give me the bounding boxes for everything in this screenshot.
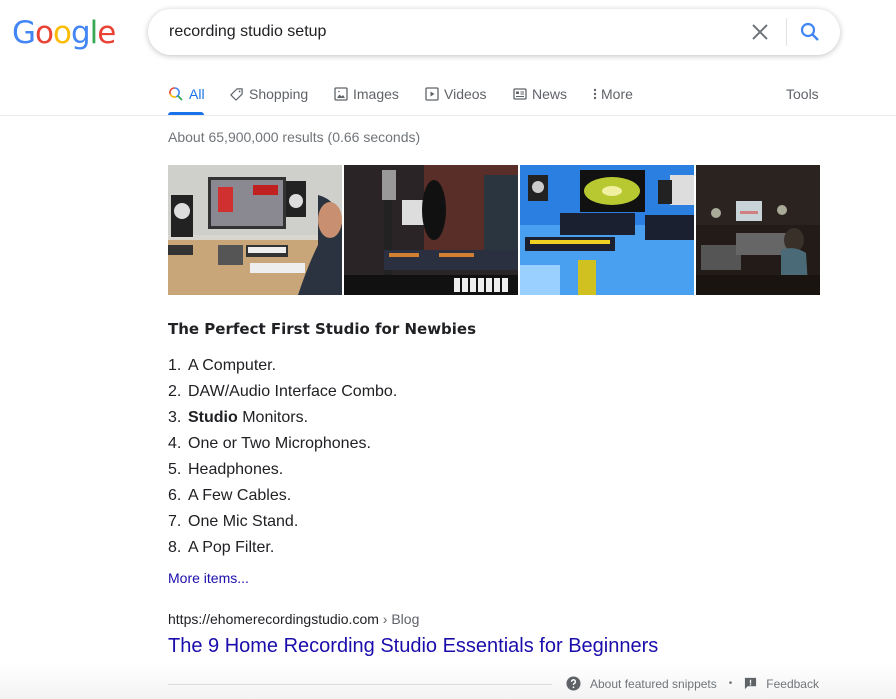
result-url: https://ehomerecordingstudio.com [168,611,379,627]
list-item: 4. One or Two Microphones. [168,431,397,457]
search-divider [786,18,787,46]
logo-letter: o [53,15,72,51]
search-tabs: All Shopping Images Videos News More Too… [0,76,896,116]
item-text: One Mic Stand. [188,513,299,530]
item-text: Monitors. [237,409,309,426]
tab-label: All [189,86,205,102]
result-cite[interactable]: https://ehomerecordingstudio.com › Blog [168,611,419,627]
snippet-list: 1. A Computer. 2. DAW/Audio Interface Comb… [168,353,397,561]
tab-images[interactable]: Images [334,84,399,104]
vertical-dots-icon [593,88,597,100]
result-stats: About 65,900,000 results (0.66 seconds) [168,129,421,145]
item-number: 5. [168,461,182,478]
help-icon [566,676,581,691]
tab-videos[interactable]: Videos [425,84,487,104]
item-bold: Studio [188,409,238,426]
item-text: DAW/Audio Interface Combo. [188,383,398,400]
logo-letter: e [97,15,116,51]
newspaper-icon [513,88,527,100]
item-text: A Pop Filter. [188,539,275,556]
tab-label: News [532,86,568,102]
item-text: A Few Cables. [188,487,292,504]
search-icon [800,22,819,41]
tab-label: Videos [444,86,487,102]
result-breadcrumb: › Blog [378,611,420,627]
image-icon [334,87,348,101]
list-item: 7. One Mic Stand. [168,509,397,535]
tab-label: Shopping [249,86,309,102]
list-item: 8. A Pop Filter. [168,535,397,561]
tab-news[interactable]: News [513,84,567,104]
list-item: 3. Studio Monitors. [168,405,397,431]
item-text: One or Two Microphones. [188,435,371,452]
search-submit-button[interactable] [798,20,822,44]
tab-shopping[interactable]: Shopping [229,84,308,104]
list-item: 5. Headphones. [168,457,397,483]
item-number: 7. [168,513,182,530]
snippet-title: The Perfect First Studio for Newbies [168,320,477,338]
result-image[interactable] [520,165,694,295]
result-image[interactable] [696,165,820,295]
search-icon [169,87,183,101]
blue-studio-image [520,165,694,295]
list-item: 2. DAW/Audio Interface Combo. [168,379,397,405]
result-title-link[interactable]: The 9 Home Recording Studio Essentials f… [168,635,658,658]
tab-all[interactable]: All [168,84,205,104]
logo-letter: G [12,15,36,51]
studio-desk-image [168,165,342,295]
item-number: 1. [168,357,182,374]
item-number: 2. [168,383,182,400]
clear-search-button[interactable] [748,20,772,44]
item-text: A Computer. [188,357,277,374]
tools-label: Tools [786,86,819,102]
item-number: 3. [168,409,182,426]
image-strip [168,165,820,295]
result-image[interactable] [344,165,518,295]
search-input[interactable] [169,17,729,47]
feedback-icon [745,677,757,690]
footer-separator: • [728,678,733,689]
snippet-footer: About featured snippets • Feedback [566,676,819,691]
item-number: 8. [168,539,182,556]
item-number: 6. [168,487,182,504]
list-item: 6. A Few Cables. [168,483,397,509]
tools-button[interactable]: Tools [786,84,819,104]
footer-divider [168,684,552,685]
google-logo[interactable]: Google [12,15,116,51]
close-icon [752,24,768,40]
tab-label: Images [353,86,399,102]
about-label: About featured snippets [590,676,717,691]
feedback-link[interactable]: Feedback [744,677,819,691]
mixing-console-image [696,165,820,295]
result-image[interactable] [168,165,342,295]
microphone-image [344,165,518,295]
item-text: Headphones. [188,461,284,478]
logo-letter: g [70,15,91,51]
play-icon [425,87,439,101]
tab-label: More [601,86,633,102]
search-box [148,9,840,55]
tag-icon [230,87,243,101]
logo-letter: l [89,15,99,51]
logo-letter: o [35,15,54,51]
tab-more[interactable]: More [592,84,633,104]
active-tab-indicator [168,112,204,115]
list-item: 1. A Computer. [168,353,397,379]
feedback-label: Feedback [766,676,819,691]
item-number: 4. [168,435,182,452]
more-items-link[interactable]: More items... [168,570,249,586]
about-featured-snippets-link[interactable]: About featured snippets [566,676,717,691]
